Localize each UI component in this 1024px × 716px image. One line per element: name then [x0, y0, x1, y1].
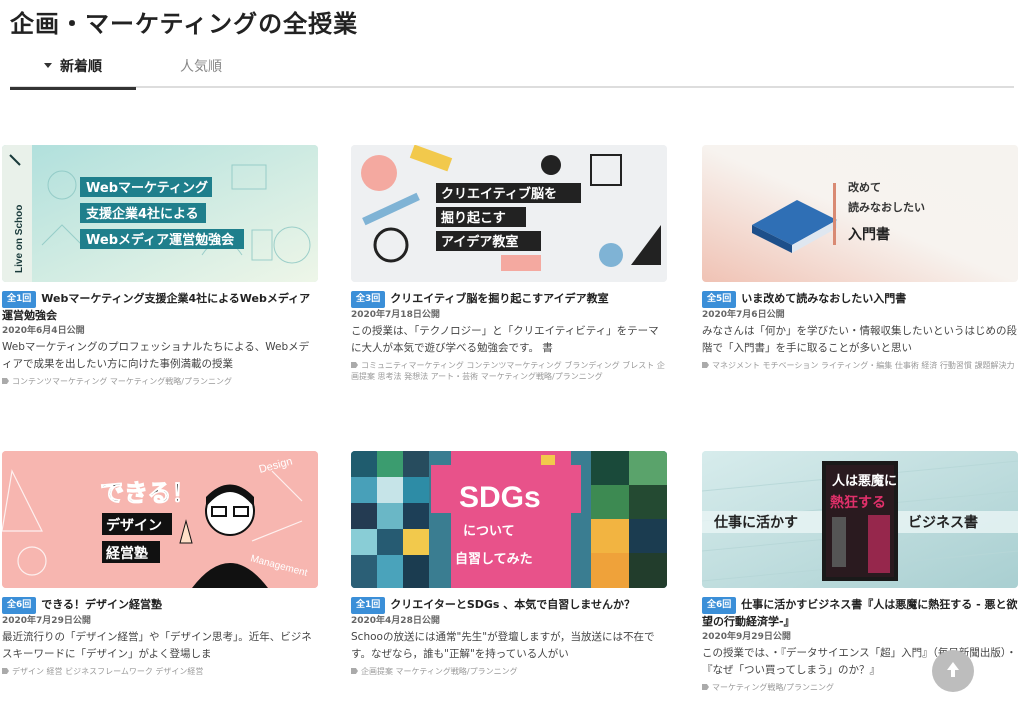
course-card[interactable]: 改めて 読みなおしたい 入門書 全5回 いま改めて読みなおしたい入門書 2020年… — [702, 145, 1018, 395]
svg-text:入門書: 入門書 — [848, 226, 890, 243]
svg-text:改めて: 改めて — [848, 180, 881, 194]
course-description: Schooの放送には通常"先生"が登壇しますが，当放送には不在です。なぜなら，誰… — [351, 631, 655, 660]
course-title[interactable]: クリエイティブ脳を掘り起こすアイデア教室 — [390, 292, 608, 305]
episode-count-badge: 全6回 — [702, 597, 737, 614]
sort-tabs: 新着順 人気順 — [10, 50, 1014, 90]
svg-text:自習してみた: 自習してみた — [455, 551, 533, 567]
arrow-up-stem — [951, 669, 955, 677]
svg-text:アイデア教室: アイデア教室 — [441, 234, 518, 250]
episode-count-badge: 全6回 — [2, 597, 37, 614]
publish-date: 2020年7月29日公開 — [2, 616, 91, 626]
course-title[interactable]: 仕事に活かすビジネス書『人は悪魔に熱狂する - 悪と欲望の行動経済学-』 — [702, 598, 1018, 628]
episode-count-badge: 全1回 — [351, 597, 386, 614]
tag-icon — [2, 668, 9, 674]
svg-text:経営塾: 経営塾 — [106, 545, 148, 562]
course-title[interactable]: Webマーケティング支援企業4社によるWebメディア運営勉強会 — [2, 292, 310, 322]
episode-count-badge: 全3回 — [351, 291, 386, 308]
tag-text[interactable]: コンテンツマーケティング マーケティング戦略/プランニング — [12, 377, 232, 386]
course-title[interactable]: クリエイターとSDGs 、本気で自習しませんか？ — [390, 598, 635, 611]
publish-date: 2020年4月28日公開 — [351, 616, 440, 626]
svg-text:掘り起こす: 掘り起こす — [441, 210, 506, 226]
svg-text:仕事に活かす: 仕事に活かす — [713, 514, 798, 531]
svg-text:SDGs: SDGs — [459, 481, 541, 514]
course-description: みなさんは「何か」を学びたい・情報収集したいというはじめの段階で「入門書」を手に… — [702, 325, 1017, 354]
thumbnail-art: Live on Schoo Webマーケティング 支援企業4社による Webメデ… — [2, 145, 318, 282]
svg-text:支援企業4社による: 支援企業4社による — [85, 206, 199, 222]
tag-list: マーケティング戦略/プランニング — [702, 682, 1018, 693]
svg-text:ビジネス書: ビジネス書 — [908, 514, 978, 531]
tag-icon — [702, 684, 709, 690]
svg-text:読みなおしたい: 読みなおしたい — [848, 200, 925, 214]
tag-text[interactable]: デザイン 経営 ビジネスフレームワーク デザイン経営 — [12, 667, 203, 676]
course-title[interactable]: いま改めて読みなおしたい入門書 — [741, 292, 906, 305]
course-thumbnail[interactable]: クリエイティブ脳を 掘り起こす アイデア教室 — [351, 145, 667, 282]
course-thumbnail[interactable]: Live on Schoo Webマーケティング 支援企業4社による Webメデ… — [2, 145, 318, 282]
tag-list: マネジメント モチベーション ライティング・編集 仕事術 経済 行動習慣 課題解… — [702, 360, 1018, 371]
episode-count-badge: 全1回 — [2, 291, 37, 308]
thumbnail-art: クリエイティブ脳を 掘り起こす アイデア教室 — [351, 145, 667, 282]
svg-text:熱狂する: 熱狂する — [830, 494, 886, 511]
tag-list: デザイン 経営 ビジネスフレームワーク デザイン経営 — [2, 666, 318, 677]
svg-text:デザイン: デザイン — [106, 517, 162, 534]
publish-date: 2020年9月29日公開 — [702, 632, 791, 642]
course-title[interactable]: できる！デザイン経営塾 — [41, 598, 162, 611]
caret-down-icon — [44, 62, 52, 68]
thumbnail-art: 改めて 読みなおしたい 入門書 — [702, 145, 1018, 282]
course-thumbnail[interactable]: 改めて 読みなおしたい 入門書 — [702, 145, 1018, 282]
course-description: Webマーケティングのプロフェッショナルたちによる、Webメディアで成果を出した… — [2, 341, 310, 370]
course-description: 最近流行りの「デザイン経営」や「デザイン思考」。近年、ビジネスキーワードに「デザ… — [2, 631, 312, 660]
svg-text:Webマーケティング: Webマーケティング — [86, 180, 208, 196]
tag-text[interactable]: マーケティング戦略/プランニング — [712, 683, 834, 692]
tag-text[interactable]: 企画提案 マーケティング戦略/プランニング — [361, 667, 518, 676]
tag-icon — [351, 668, 358, 674]
publish-date: 2020年7月18日公開 — [351, 310, 440, 320]
svg-text:Webメディア運営勉強会: Webメディア運営勉強会 — [86, 232, 235, 248]
thumbnail-art: 仕事に活かす ビジネス書 人は悪魔に 熱狂する — [702, 451, 1018, 588]
thumbnail-art: SDGs について 自習してみた — [351, 451, 667, 588]
publish-date: 2020年7月6日公開 — [702, 310, 785, 320]
tag-text[interactable]: マネジメント モチベーション ライティング・編集 仕事術 経済 行動習慣 課題解… — [712, 361, 1014, 370]
thumbnail-art: Design Management できる！ デザイン 経営塾 — [2, 451, 318, 588]
tag-icon — [351, 362, 358, 368]
course-thumbnail[interactable]: SDGs について 自習してみた — [351, 451, 667, 588]
course-card[interactable]: SDGs について 自習してみた 全1回 クリエイターとSDGs 、本気で自習しま… — [351, 451, 667, 691]
svg-text:人は悪魔に: 人は悪魔に — [832, 473, 897, 489]
course-thumbnail[interactable]: Design Management できる！ デザイン 経営塾 — [2, 451, 318, 588]
svg-text:できる！: できる！ — [100, 479, 196, 507]
course-thumbnail[interactable]: 仕事に活かす ビジネス書 人は悪魔に 熱狂する — [702, 451, 1018, 588]
tag-icon — [702, 362, 709, 368]
publish-date: 2020年6月4日公開 — [2, 326, 85, 336]
tab-newest-label: 新着順 — [60, 59, 102, 75]
course-card[interactable]: クリエイティブ脳を 掘り起こす アイデア教室 全3回 クリエイティブ脳を掘り起こす… — [351, 145, 667, 395]
page-title: 企画・マーケティングの全授業 — [10, 10, 359, 38]
tag-list: コンテンツマーケティング マーケティング戦略/プランニング — [2, 376, 318, 387]
svg-text:クリエイティブ脳を: クリエイティブ脳を — [441, 186, 557, 202]
tag-text[interactable]: コミュニティマーケティング コンテンツマーケティング ブランディング ブレスト … — [351, 361, 665, 381]
tab-newest[interactable]: 新着順 — [10, 56, 136, 90]
episode-count-badge: 全5回 — [702, 291, 737, 308]
tag-list: 企画提案 マーケティング戦略/プランニング — [351, 666, 667, 677]
tab-popular-label: 人気順 — [180, 59, 222, 75]
tag-icon — [2, 378, 9, 384]
course-card[interactable]: Live on Schoo Webマーケティング 支援企業4社による Webメデ… — [2, 145, 318, 395]
svg-text:について: について — [463, 524, 515, 539]
tag-list: コミュニティマーケティング コンテンツマーケティング ブランディング ブレスト … — [351, 360, 667, 382]
scroll-to-top-button[interactable] — [932, 650, 974, 692]
tab-popular[interactable]: 人気順 — [180, 56, 222, 88]
course-description: この授業は、「テクノロジー」と「クリエイティビティ」をテーマに大人が本気で遊び学… — [351, 325, 659, 354]
course-card[interactable]: Design Management できる！ デザイン 経営塾 全6回 できる！デ… — [2, 451, 318, 691]
thumb-side-text: Live on Schoo — [14, 205, 25, 273]
